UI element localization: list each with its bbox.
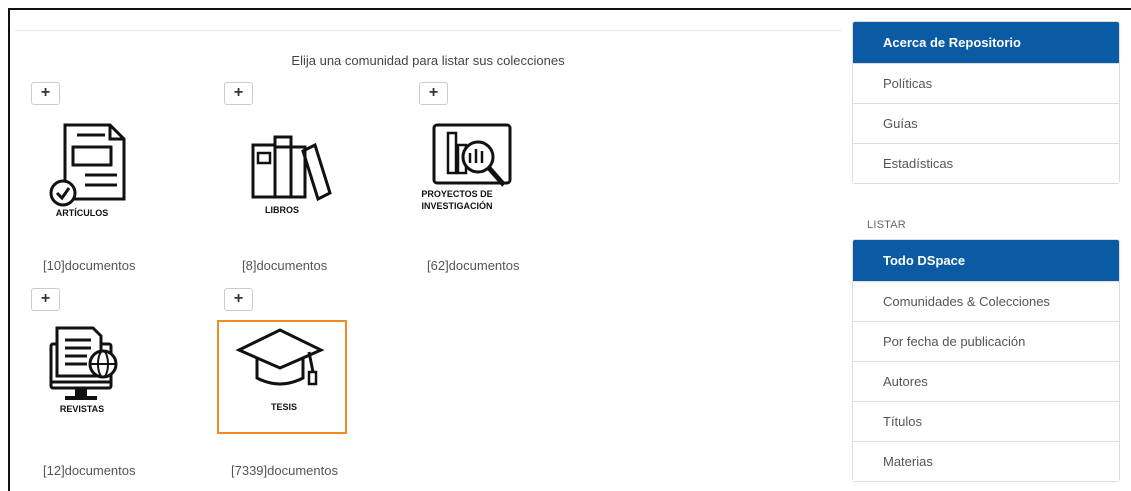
tile-label-libros: LIBROS [264,205,299,215]
community-tile-tesis[interactable]: TESIS [217,320,347,434]
tile-label-revistas: REVISTAS [59,404,105,414]
sidebar-item-estadisticas[interactable]: Estadísticas [853,143,1119,183]
count-revistas: [12]documentos [43,463,136,478]
sidebar-item-todo-dspace[interactable]: Todo DSpace [853,240,1119,281]
tile-label-proyectos-line1: PROYECTOS DE [421,189,493,199]
community-tile-articulos[interactable]: ARTÍCULOS [17,115,147,229]
browse-list: Todo DSpace Comunidades & Colecciones Po… [852,239,1120,482]
sidebar-item-guias[interactable]: Guías [853,103,1119,143]
count-libros: [8]documentos [242,258,328,273]
about-list: Acerca de Repositorio Políticas Guías Es… [852,21,1120,184]
count-articulos: [10]documentos [43,258,136,273]
expand-button-tesis[interactable]: + [224,288,253,311]
community-tile-proyectos[interactable]: PROYECTOS DE INVESTIGACIÓN [392,115,522,229]
sidebar-item-fecha[interactable]: Por fecha de publicación [853,321,1119,361]
community-tile-revistas[interactable]: REVISTAS [17,320,147,434]
count-tesis: [7339]documentos [231,463,338,478]
chart-magnifier-icon [432,123,512,187]
books-icon [251,135,332,202]
document-check-icon [49,123,126,207]
sidebar-item-comunidades[interactable]: Comunidades & Colecciones [853,281,1119,321]
expand-button-articulos[interactable]: + [31,82,60,105]
tile-label-proyectos-line2: INVESTIGACIÓN [421,201,493,211]
browse-sidebar: Todo DSpace Comunidades & Colecciones Po… [852,239,1120,482]
tile-label-tesis: TESIS [270,402,297,412]
sidebar-item-acerca[interactable]: Acerca de Repositorio [853,22,1119,63]
expand-button-revistas[interactable]: + [31,288,60,311]
intro-text: Elija una comunidad para listar sus cole… [291,53,565,68]
sidebar-item-titulos[interactable]: Títulos [853,401,1119,441]
browse-heading: LISTAR [867,219,906,231]
expand-button-libros[interactable]: + [224,82,253,105]
sidebar-item-politicas[interactable]: Políticas [853,63,1119,103]
tile-label-articulos: ARTÍCULOS [55,208,109,218]
about-sidebar: Acerca de Repositorio Políticas Guías Es… [852,21,1120,184]
sidebar-item-materias[interactable]: Materias [853,441,1119,481]
community-tile-libros[interactable]: LIBROS [217,115,347,229]
count-proyectos: [62]documentos [427,258,520,273]
sidebar-item-autores[interactable]: Autores [853,361,1119,401]
expand-button-proyectos[interactable]: + [419,82,448,105]
